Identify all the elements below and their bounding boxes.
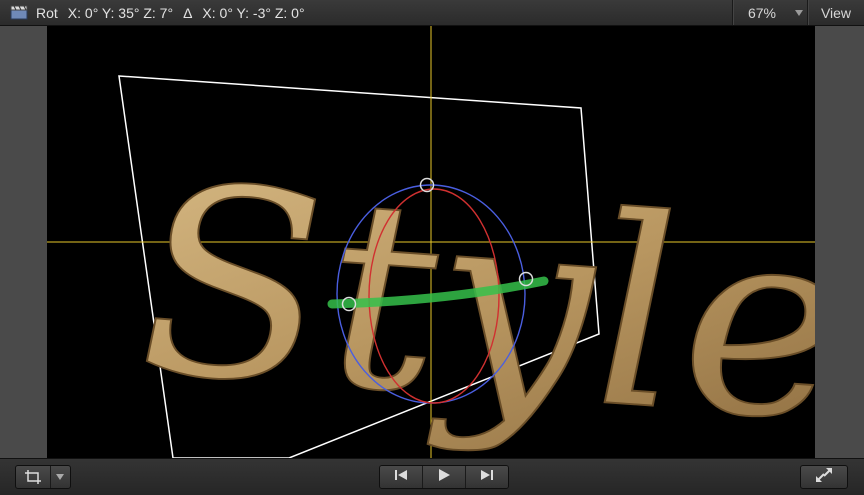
go-to-start-icon [394,468,408,486]
delta-rotation-values: X: 0° Y: -3° Z: 0° [202,4,305,21]
viewer-canvas[interactable]: Style [47,26,815,458]
transport-controls [379,465,509,489]
play-button[interactable] [423,466,466,488]
transform-tool-icon [25,470,41,489]
rotation-values: X: 0° Y: 35° Z: 7° [67,4,174,21]
fullscreen-button[interactable] [800,465,848,489]
go-to-end-button[interactable] [466,466,508,488]
viewer-footer [0,458,864,495]
viewer-toolbar: Rot X: 0° Y: 35° Z: 7° Δ X: 0° Y: -3° Z:… [0,0,864,26]
delta-symbol: Δ [183,4,193,21]
rot-label: Rot [36,4,58,21]
view-menu-button[interactable]: View [808,5,864,21]
go-to-end-icon [480,468,494,486]
transform-tool-button[interactable] [15,465,71,489]
canvas-area: Style [0,26,864,458]
clapperboard-icon [10,5,28,20]
chevron-down-icon[interactable] [56,474,64,480]
fullscreen-icon [815,467,833,488]
zoom-level-dropdown[interactable]: 67% [733,5,791,21]
zoom-dropdown-arrow-icon[interactable] [791,0,807,25]
play-icon [437,468,451,487]
divider [50,466,51,488]
rotation-readout: Rot X: 0° Y: 35° Z: 7° Δ X: 0° Y: -3° Z:… [36,5,305,21]
go-to-start-button[interactable] [380,466,423,488]
